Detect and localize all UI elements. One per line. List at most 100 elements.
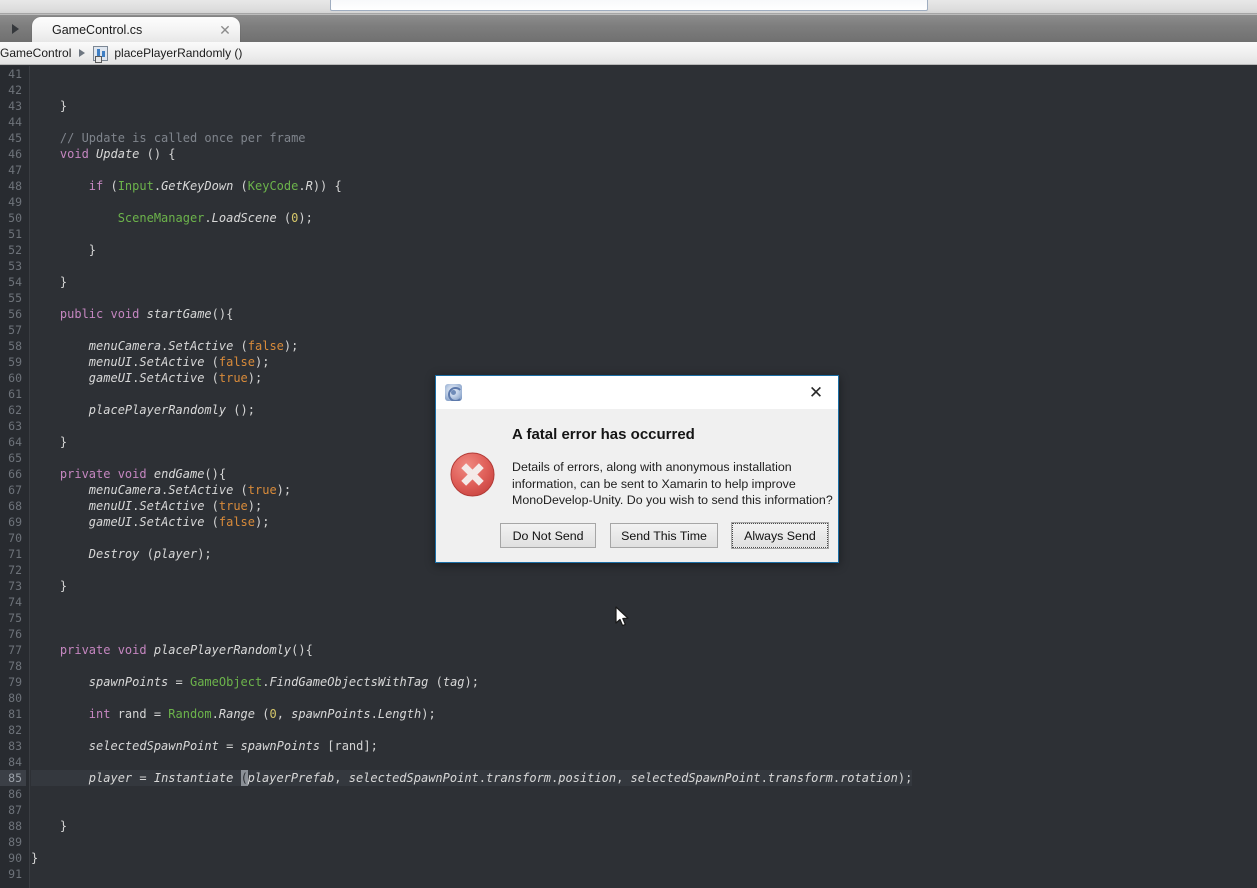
code-line[interactable]: 88 } <box>0 818 1257 834</box>
line-number: 88 <box>8 819 22 833</box>
line-number: 77 <box>8 643 22 657</box>
line-number: 86 <box>8 787 22 801</box>
code-line[interactable]: 50 SceneManager.LoadScene (0); <box>0 210 1257 226</box>
code-line[interactable]: 72 <box>0 562 1257 578</box>
dialog-button-row: Do Not Send Send This Time Always Send <box>436 522 840 549</box>
dialog-titlebar[interactable]: ✕ <box>436 376 838 409</box>
code-line[interactable]: 85 player = Instantiate (playerPrefab, s… <box>0 770 1257 786</box>
code-line[interactable]: 78 <box>0 658 1257 674</box>
method-icon <box>93 45 109 63</box>
code-line[interactable]: 42 <box>0 82 1257 98</box>
line-number: 79 <box>8 675 22 689</box>
line-text: gameUI.SetActive (false); <box>88 515 270 529</box>
line-number: 67 <box>8 483 22 497</box>
line-text: } <box>31 579 68 593</box>
code-line[interactable]: 54 } <box>0 274 1257 290</box>
line-number: 63 <box>8 419 22 433</box>
code-line[interactable]: 53 <box>0 258 1257 274</box>
code-line[interactable]: 47 <box>0 162 1257 178</box>
line-number: 62 <box>8 403 22 417</box>
line-number: 70 <box>8 531 22 545</box>
do-not-send-button[interactable]: Do Not Send <box>500 523 597 548</box>
code-line[interactable]: 86 <box>0 786 1257 802</box>
line-text: gameUI.SetActive (true); <box>88 371 263 385</box>
line-number: 73 <box>8 579 22 593</box>
chevron-right-icon <box>79 49 86 57</box>
code-line[interactable]: 52 } <box>0 242 1257 258</box>
code-line[interactable]: 77 private void placePlayerRandomly(){ <box>0 642 1257 658</box>
dialog-body: A fatal error has occurred Details of er… <box>436 409 838 562</box>
line-number: 50 <box>8 211 22 225</box>
toolbar-search-input[interactable] <box>330 0 928 11</box>
code-line[interactable]: 57 <box>0 322 1257 338</box>
close-icon[interactable]: ✕ <box>794 376 838 409</box>
code-line[interactable]: 41 <box>0 66 1257 82</box>
line-text: int rand = Random.Range (0, spawnPoints.… <box>88 707 436 721</box>
code-line[interactable]: 73 } <box>0 578 1257 594</box>
line-number: 75 <box>8 611 22 625</box>
close-icon[interactable]: ✕ <box>216 21 234 39</box>
line-number: 69 <box>8 515 22 529</box>
tab-scroll-left-button[interactable] <box>4 15 26 42</box>
line-number: 74 <box>8 595 22 609</box>
always-send-button[interactable]: Always Send <box>730 522 829 549</box>
line-number: 51 <box>8 227 22 241</box>
code-line[interactable]: 59 menuUI.SetActive (false); <box>0 354 1257 370</box>
code-line[interactable]: 49 <box>0 194 1257 210</box>
line-text: selectedSpawnPoint = spawnPoints [rand]; <box>88 739 378 753</box>
line-number: 84 <box>8 755 22 769</box>
code-line[interactable]: 79 spawnPoints = GameObject.FindGameObje… <box>0 674 1257 690</box>
line-text: // Update is called once per frame <box>31 131 306 145</box>
code-line[interactable]: 43 } <box>0 98 1257 114</box>
line-number: 91 <box>8 867 22 881</box>
line-text: } <box>31 819 68 833</box>
code-line[interactable]: 91 <box>0 866 1257 882</box>
breadcrumb-type[interactable]: GameControl <box>0 46 71 60</box>
code-line[interactable]: 90} <box>0 850 1257 866</box>
code-line[interactable]: 51 <box>0 226 1257 242</box>
line-text: public void startGame(){ <box>59 307 234 321</box>
line-number: 65 <box>8 451 22 465</box>
code-line[interactable]: 84 <box>0 754 1257 770</box>
code-line[interactable]: 56 public void startGame(){ <box>0 306 1257 322</box>
code-line[interactable]: 75 <box>0 610 1257 626</box>
line-number: 76 <box>8 627 22 641</box>
code-line[interactable]: 46 void Update () { <box>0 146 1257 162</box>
editor-tabbar: GameControl.cs ✕ <box>0 15 1257 42</box>
window-toolbar-strip <box>0 0 1257 14</box>
line-number: 61 <box>8 387 22 401</box>
line-text: } <box>31 275 68 289</box>
code-line[interactable]: 44 <box>0 114 1257 130</box>
line-number: 90 <box>8 851 22 865</box>
line-text: placePlayerRandomly (); <box>88 403 255 417</box>
code-line[interactable]: 80 <box>0 690 1257 706</box>
line-number: 55 <box>8 291 22 305</box>
code-line[interactable]: 76 <box>0 626 1257 642</box>
code-line[interactable]: 89 <box>0 834 1257 850</box>
send-this-time-button[interactable]: Send This Time <box>610 523 718 548</box>
breadcrumb-member[interactable]: placePlayerRandomly () <box>114 46 242 60</box>
line-number: 47 <box>8 163 22 177</box>
code-line[interactable]: 82 <box>0 722 1257 738</box>
code-line[interactable]: 45 // Update is called once per frame <box>0 130 1257 146</box>
line-number: 59 <box>8 355 22 369</box>
line-number: 43 <box>8 99 22 113</box>
code-line[interactable]: 74 <box>0 594 1257 610</box>
line-text: menuCamera.SetActive (false); <box>88 339 299 353</box>
line-number: 66 <box>8 467 22 481</box>
line-number: 87 <box>8 803 22 817</box>
code-line[interactable]: 58 menuCamera.SetActive (false); <box>0 338 1257 354</box>
code-line[interactable]: 83 selectedSpawnPoint = spawnPoints [ran… <box>0 738 1257 754</box>
line-number: 81 <box>8 707 22 721</box>
line-text: } <box>31 99 68 113</box>
code-line[interactable]: 55 <box>0 290 1257 306</box>
code-line[interactable]: 87 <box>0 802 1257 818</box>
line-number: 72 <box>8 563 22 577</box>
line-number: 71 <box>8 547 22 561</box>
tab-gamecontrol-cs[interactable]: GameControl.cs ✕ <box>32 17 240 42</box>
monodevelop-icon <box>445 384 462 401</box>
line-number: 54 <box>8 275 22 289</box>
line-number: 58 <box>8 339 22 353</box>
code-line[interactable]: 48 if (Input.GetKeyDown (KeyCode.R)) { <box>0 178 1257 194</box>
code-line[interactable]: 81 int rand = Random.Range (0, spawnPoin… <box>0 706 1257 722</box>
